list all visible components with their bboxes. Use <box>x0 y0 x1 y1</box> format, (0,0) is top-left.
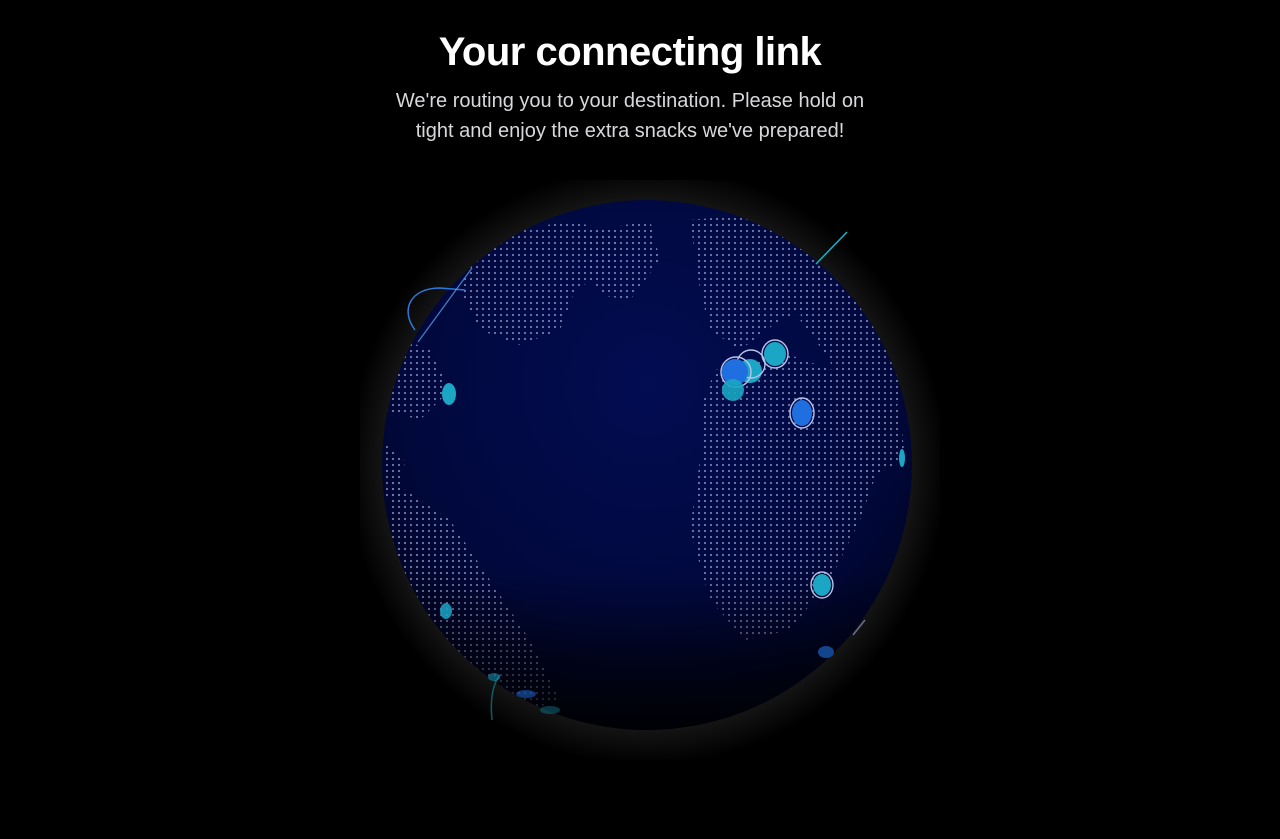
marker-dot <box>792 400 812 426</box>
globe-visualization <box>360 180 940 760</box>
marker-dot <box>440 603 452 619</box>
marker-dot <box>540 706 560 714</box>
marker-dot <box>813 574 831 596</box>
marker-dot <box>722 379 744 401</box>
marker-dot <box>764 342 786 366</box>
marker-dot <box>516 690 536 698</box>
marker-dot <box>442 383 456 405</box>
marker-dot <box>488 673 500 681</box>
page-subtitle: We're routing you to your destination. P… <box>395 90 865 142</box>
marker-dot <box>899 449 905 467</box>
marker-dot <box>818 646 834 658</box>
page-title: Your connecting link <box>438 30 822 74</box>
header: Your connecting link We're routing you t… <box>0 26 1260 146</box>
globe-icon <box>360 180 940 760</box>
